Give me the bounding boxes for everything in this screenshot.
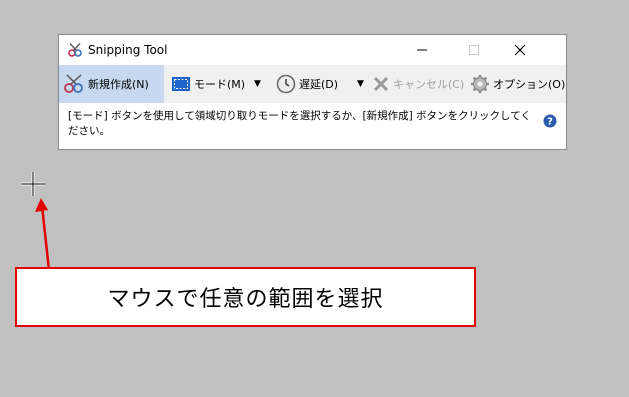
desktop-background: Snipping Tool 新規作成(N) モード(M) ▼ 遅延(D) ▼ キ… <box>0 0 629 397</box>
mode-button[interactable]: モード(M) <box>171 65 245 103</box>
delay-label: 遅延(D) <box>299 78 339 91</box>
minimize-button[interactable] <box>399 35 445 65</box>
scissors-icon <box>68 43 82 57</box>
callout-text: マウスで任意の範囲を選択 <box>107 287 384 312</box>
help-icon[interactable]: ? <box>543 114 557 128</box>
mode-label: モード(M) <box>194 78 246 91</box>
scissors-icon <box>64 74 83 93</box>
clock-icon <box>276 74 296 94</box>
rectangle-snip-icon <box>172 77 190 91</box>
toolbar: 新規作成(N) モード(M) ▼ 遅延(D) ▼ キャンセル(C) オプション(… <box>59 65 566 103</box>
window-title: Snipping Tool <box>88 43 168 57</box>
new-snip-button[interactable]: 新規作成(N) <box>59 65 164 103</box>
svg-text:?: ? <box>547 117 553 128</box>
crosshair-cursor-icon <box>21 172 45 196</box>
chevron-down-icon: ▼ <box>254 79 261 89</box>
chevron-down-icon: ▼ <box>357 79 364 89</box>
red-arrow-icon <box>35 198 51 271</box>
annotation-callout: マウスで任意の範囲を選択 <box>15 267 476 327</box>
minimize-icon <box>417 49 427 51</box>
mode-dropdown-arrow[interactable]: ▼ <box>254 65 261 103</box>
maximize-button[interactable] <box>451 35 497 65</box>
new-snip-label: 新規作成(N) <box>88 78 149 91</box>
snipping-tool-window: Snipping Tool 新規作成(N) モード(M) ▼ 遅延(D) ▼ キ… <box>58 34 567 150</box>
close-icon <box>514 44 526 56</box>
maximize-icon <box>469 45 479 55</box>
cancel-button[interactable]: キャンセル(C) <box>372 65 464 103</box>
close-button[interactable] <box>497 35 543 65</box>
cancel-label: キャンセル(C) <box>393 78 465 91</box>
title-bar: Snipping Tool <box>59 35 566 65</box>
cancel-x-icon <box>373 76 389 92</box>
gear-icon <box>471 75 489 93</box>
instruction-text: [モード] ボタンを使用して領域切り取りモードを選択するか、[新規作成] ボタン… <box>68 110 531 137</box>
delay-dropdown-arrow[interactable]: ▼ <box>357 65 364 103</box>
delay-button[interactable]: 遅延(D) <box>276 65 338 103</box>
options-label: オプション(O) <box>493 78 566 91</box>
options-button[interactable]: オプション(O) <box>470 65 565 103</box>
